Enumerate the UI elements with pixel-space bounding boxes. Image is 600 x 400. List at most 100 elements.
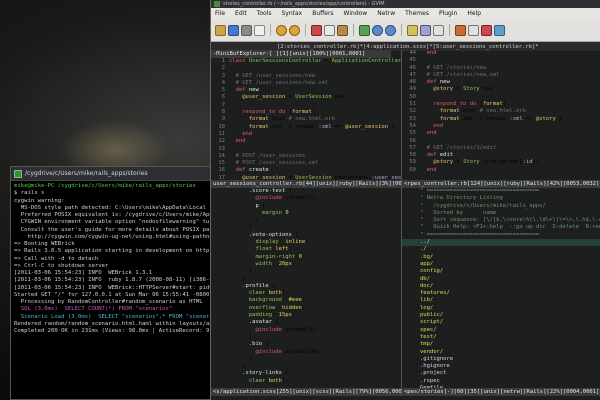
menu-help[interactable]: Help bbox=[467, 10, 481, 17]
code-line: 50 bbox=[402, 94, 600, 101]
find-replace-icon[interactable] bbox=[359, 24, 370, 36]
line-number: 53 bbox=[409, 115, 416, 122]
code-line: } bbox=[229, 355, 253, 362]
code-line: .vote-options { bbox=[248, 231, 299, 238]
menu-buffers[interactable]: Buffers bbox=[312, 10, 333, 17]
code-line: " Netrw Directory Listing bbox=[420, 195, 503, 202]
find-next-icon[interactable] bbox=[372, 24, 383, 36]
line-number: 52 bbox=[409, 108, 416, 115]
menu-tools[interactable]: Tools bbox=[257, 10, 272, 17]
code-line: public/ bbox=[420, 312, 444, 319]
line-number: 49 bbox=[409, 86, 416, 93]
netrw-file-browser[interactable]: " ================================== " Ne… bbox=[402, 188, 600, 388]
find-prev-icon[interactable] bbox=[385, 24, 396, 36]
code-line: 3 # GET /user_sessions/new bbox=[211, 73, 401, 80]
code-line: spec/ bbox=[420, 326, 437, 333]
code-line: app/ bbox=[420, 260, 434, 267]
code-line: width: 20px; bbox=[255, 260, 296, 267]
menu-edit[interactable]: Edit bbox=[235, 10, 247, 17]
line-number: 9 bbox=[221, 116, 225, 123]
statusline-stories-controller: <rpes_controller.rb[124][unix][ruby][Rai… bbox=[402, 180, 600, 188]
code-line: 58 def edit bbox=[402, 152, 600, 159]
code-line: .avatar { bbox=[248, 319, 279, 326]
code-line: clear:both; bbox=[248, 377, 286, 384]
menu-plugin[interactable]: Plugin bbox=[439, 10, 457, 17]
code-line: 59 @story = Story.find(params[:id]) bbox=[402, 159, 600, 166]
save-icon[interactable] bbox=[228, 24, 239, 36]
code-line: 52 format.html # new.html.erb bbox=[402, 108, 600, 115]
line-number: 51 bbox=[409, 101, 416, 108]
ctags-icon[interactable] bbox=[481, 24, 492, 36]
line-number: 6 bbox=[221, 94, 225, 101]
line-number: 4 bbox=[221, 79, 225, 86]
code-line: p { bbox=[255, 202, 266, 209]
line-number: 11 bbox=[218, 130, 225, 137]
code-line: doc/ bbox=[420, 282, 434, 289]
statusline-netrw: <pes/stories[-][60][35][unix][netrw][Rai… bbox=[402, 388, 600, 396]
code-line: margin:0; bbox=[262, 209, 292, 216]
code-line: test/ bbox=[420, 333, 437, 340]
line-number: 3 bbox=[221, 72, 225, 79]
code-line: 60 end bbox=[402, 167, 600, 174]
code-line: 55 end bbox=[402, 130, 600, 137]
run-script-icon[interactable] bbox=[433, 24, 444, 36]
code-line: ./ bbox=[420, 246, 427, 253]
code-line: 46 # GET /stories/new bbox=[402, 65, 600, 72]
menu-netrw[interactable]: Netrw bbox=[377, 10, 395, 17]
buffer-tabs[interactable]: [2:stories_controller.rb]*[4:application… bbox=[277, 44, 539, 50]
code-line: " Quick Help: <F1>:help -:go up dir D:de… bbox=[420, 224, 600, 231]
gvim-app-icon bbox=[214, 1, 220, 7]
code-line: } bbox=[229, 268, 253, 275]
save-all-icon[interactable] bbox=[241, 24, 252, 36]
editor-pane-stories-controller[interactable]: 44 end 45 46 # GET /stories/new 47 # GET /s… bbox=[402, 50, 600, 180]
paste-icon[interactable] bbox=[337, 24, 348, 36]
line-number: 15 bbox=[218, 160, 225, 167]
code-line: vendor/ bbox=[420, 348, 444, 355]
copy-icon[interactable] bbox=[324, 24, 335, 36]
menu-window[interactable]: Window bbox=[344, 10, 368, 17]
menu-file[interactable]: File bbox=[215, 10, 225, 17]
line-number: 56 bbox=[409, 137, 416, 144]
line-number: 45 bbox=[409, 57, 416, 64]
editor-pane-user-sessions[interactable]: 1 class UserSessionsController < Applicat… bbox=[211, 58, 401, 180]
load-session-icon[interactable] bbox=[407, 24, 418, 36]
undo-icon[interactable] bbox=[276, 24, 287, 36]
code-line: 7 bbox=[211, 102, 401, 109]
line-number: 59 bbox=[409, 159, 416, 166]
terminal-title: /cygdrive/c/Users/mike/rails_apps/storie… bbox=[25, 170, 148, 177]
code-line: " Sort sequence: [\/]$,\<core\%(\.\d\+\)… bbox=[420, 217, 600, 224]
line-number: 50 bbox=[409, 93, 416, 100]
code-line: } bbox=[229, 217, 259, 224]
gvim-window[interactable]: stories_controller.rb (~/rails_apps/stor… bbox=[210, 0, 600, 400]
gvim-titlebar[interactable]: stories_controller.rb (~/rails_apps/stor… bbox=[211, 0, 600, 8]
line-number: 54 bbox=[409, 122, 416, 129]
line-number: 16 bbox=[218, 167, 225, 174]
print-icon[interactable] bbox=[254, 24, 265, 36]
toolbar-separator bbox=[449, 24, 450, 36]
help-icon[interactable] bbox=[494, 24, 505, 36]
save-session-icon[interactable] bbox=[420, 24, 431, 36]
code-line: script/ bbox=[420, 319, 444, 326]
code-line: .bg/ bbox=[420, 253, 434, 260]
shell-icon[interactable] bbox=[468, 24, 479, 36]
line-number: 48 bbox=[409, 79, 416, 86]
terminal-icon bbox=[14, 169, 22, 178]
make-icon[interactable] bbox=[455, 24, 466, 36]
code-line: 54 end bbox=[402, 123, 600, 130]
menu-themes[interactable]: Themes bbox=[405, 10, 429, 17]
menu-syntax[interactable]: Syntax bbox=[281, 10, 302, 17]
code-line: @include column(3); bbox=[255, 326, 319, 333]
line-number: 7 bbox=[221, 101, 225, 108]
toolbar-separator bbox=[270, 24, 271, 36]
code-line: .gitignore bbox=[420, 355, 454, 362]
toolbar bbox=[211, 19, 600, 42]
code-line: 10 format.xml { render :xml => @user_ses… bbox=[211, 124, 401, 131]
redo-icon[interactable] bbox=[289, 24, 300, 36]
code-line: overflow: hidden; bbox=[248, 304, 306, 311]
code-line: 47 # GET /stories/new.xml bbox=[402, 72, 600, 79]
open-file-icon[interactable] bbox=[215, 24, 226, 36]
cut-icon[interactable] bbox=[311, 24, 322, 36]
code-line: } bbox=[229, 224, 253, 231]
editor-pane-application-scss[interactable]: .score-text { @include column(7); p { ma… bbox=[211, 188, 401, 388]
code-line: 11 end bbox=[211, 131, 401, 138]
